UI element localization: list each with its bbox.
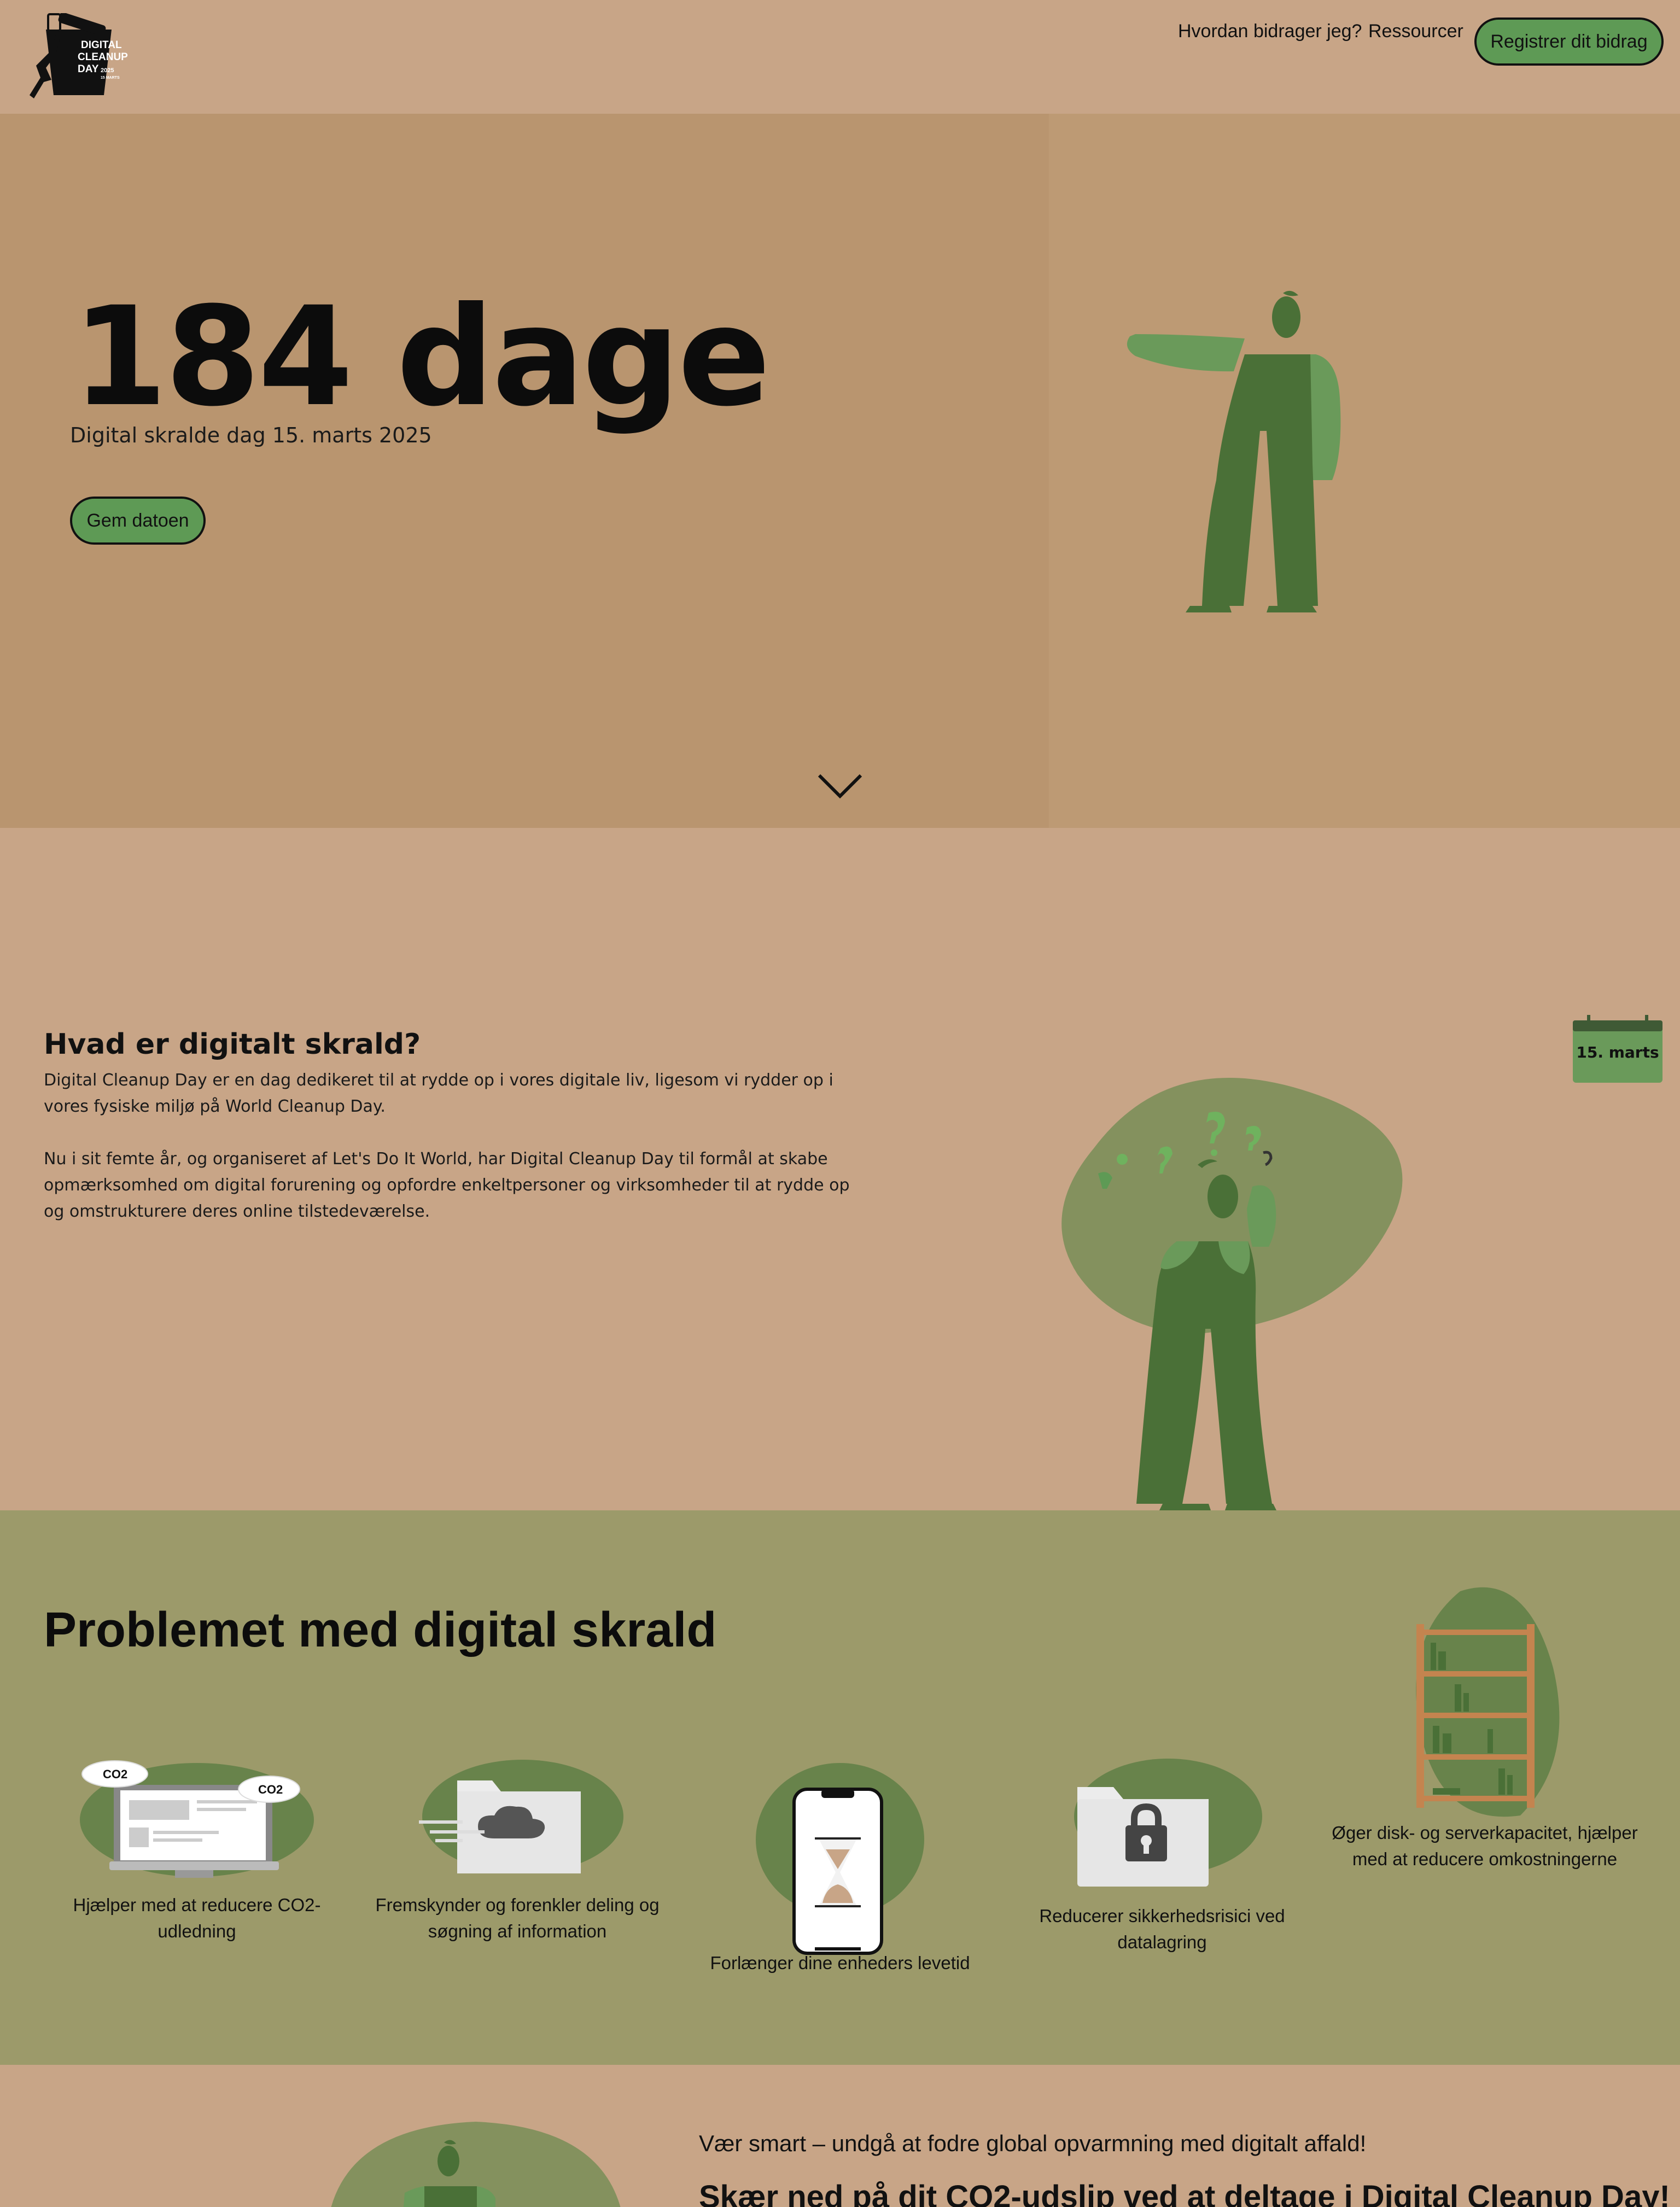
top-navigation: DIGITAL CLEANUP DAY 2025 15 MARTS Hvorda… — [0, 0, 1680, 114]
co2-cloud-label-1: CO2 — [103, 1767, 127, 1781]
logo-text-day: DAY — [78, 63, 99, 75]
locked-folder-icon — [1074, 1759, 1262, 1887]
what-paragraph-1: Digital Cleanup Day er en dag dedikeret … — [44, 1071, 833, 1116]
what-section-title: Hvad er digitalt skrald? — [44, 1028, 421, 1061]
benefit-extend-device-life: Forlænger dine enheders levetid — [710, 1953, 970, 1973]
scroll-down-chevron-icon[interactable] — [817, 772, 863, 799]
bottom-callout-text: Vær smart – undgå at fodre global opvarm… — [699, 2130, 1367, 2156]
digital-cleanup-day-logo[interactable]: DIGITAL CLEANUP DAY 2025 15 MARTS — [24, 13, 133, 101]
problem-section-title: Problemet med digital skrald — [44, 1603, 717, 1657]
save-the-date-button[interactable]: Gem datoen — [70, 497, 206, 545]
countdown-title: 184 dage — [72, 277, 771, 436]
calendar-date-label: 15. marts — [1576, 1043, 1659, 1061]
benefit-increase-capacity: Øger disk- og serverkapacitet, hjælper m… — [1332, 1823, 1638, 1869]
event-date-subtitle: Digital skralde dag 15. marts 2025 — [70, 423, 432, 447]
register-contribution-button[interactable]: Registrer dit bidrag — [1474, 17, 1664, 66]
co2-cloud-label-2: CO2 — [258, 1783, 283, 1796]
cloud-folder-icon — [419, 1760, 623, 1873]
nav-link-resources[interactable]: Ressourcer — [1368, 21, 1463, 42]
phone-hourglass-icon — [756, 1763, 924, 1955]
pointing-person-illustration — [1127, 290, 1341, 612]
benefit-reduce-co2: Hjælper med at reducere CO2-udledning — [73, 1895, 321, 1941]
logo-text-cleanup: CLEANUP — [78, 51, 128, 63]
thinking-person-illustration — [1061, 1077, 1403, 1510]
logo-text-digital: DIGITAL — [81, 39, 122, 51]
computer-co2-icon: CO2 CO2 — [80, 1760, 314, 1878]
bookshelf-icon — [1416, 1587, 1560, 1817]
bottom-headline: Skær ned på dit CO2-udslip ved at deltag… — [699, 2179, 1670, 2207]
logo-text-date: 15 MARTS — [101, 76, 120, 80]
bottom-person-illustration — [331, 2122, 621, 2207]
benefit-reduce-security-risk: Reducerer sikkerhedsrisici ved datalagri… — [1039, 1906, 1285, 1952]
logo-text-year: 2025 — [101, 67, 114, 74]
benefit-faster-sharing: Fremskynder og forenkler deling og søgni… — [375, 1895, 660, 1941]
nav-link-how-to-contribute[interactable]: Hvordan bidrager jeg? — [1178, 21, 1362, 42]
what-paragraph-2: Nu i sit femte år, og organiseret af Let… — [44, 1149, 850, 1221]
